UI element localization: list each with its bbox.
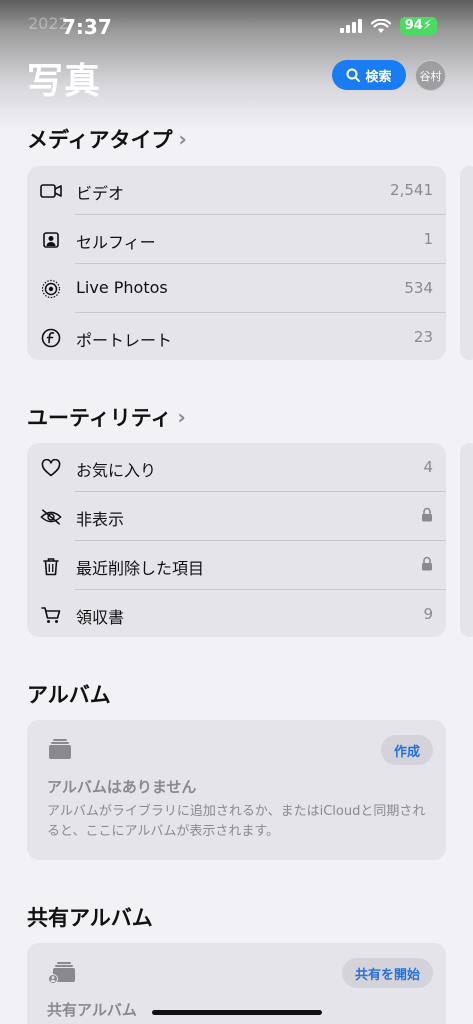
media-types-card: ビデオ 2,541 セルフィー 1 Live Photos 534 ポートレート… xyxy=(27,166,446,360)
header: 写真 検索 谷村 xyxy=(0,52,473,102)
battery-level: 94 xyxy=(404,18,423,33)
utilities-title: ユーティリティ xyxy=(27,406,172,430)
shared-albums-card-title: 共有アルバム xyxy=(47,1001,137,1019)
albums-empty-title: アルバムはありません xyxy=(47,778,197,796)
cart-icon xyxy=(40,604,62,626)
shared-albums-header: 共有アルバム xyxy=(27,902,153,932)
media-types-next-page-peek[interactable] xyxy=(460,166,473,360)
row-label: 領収書 xyxy=(76,608,125,627)
chevron-right-icon: › xyxy=(178,127,187,151)
row-count: 9 xyxy=(423,605,433,623)
home-indicator[interactable] xyxy=(152,1010,322,1015)
search-button-label: 検索 xyxy=(365,69,392,85)
media-type-row-portrait[interactable]: ポートレート 23 xyxy=(27,313,446,362)
media-type-row-selfie[interactable]: セルフィー 1 xyxy=(27,215,446,264)
search-icon xyxy=(346,68,361,82)
trash-icon xyxy=(40,555,62,577)
live-photos-icon xyxy=(40,278,62,300)
row-count: 4 xyxy=(423,458,433,476)
portrait-icon xyxy=(40,327,62,349)
row-count: 534 xyxy=(404,279,433,297)
albums-empty-description: アルバムがライブラリに追加されるか、またはiCloudと同期されると、ここにアル… xyxy=(47,804,426,839)
utilities-next-page-peek[interactable] xyxy=(460,443,473,637)
chevron-right-icon: › xyxy=(177,405,186,429)
page-title: 写真 xyxy=(27,61,102,102)
utility-row-recently-deleted[interactable]: 最近削除した項目 xyxy=(27,541,446,590)
row-label: お気に入り xyxy=(76,461,157,480)
start-sharing-button[interactable]: 共有を開始 xyxy=(341,958,433,988)
avatar[interactable]: 谷村 xyxy=(415,60,446,91)
albums-empty-card: 作成 アルバムはありません アルバムがライブラリに追加されるか、またはiClou… xyxy=(27,720,446,860)
shared-albums-title: 共有アルバム xyxy=(27,906,153,930)
utility-row-hidden[interactable]: 非表示 xyxy=(27,492,446,541)
albums-header: アルバム xyxy=(27,679,111,709)
row-label: ビデオ xyxy=(76,184,125,203)
row-label: ポートレート xyxy=(76,331,173,350)
search-button[interactable]: 検索 xyxy=(332,60,406,90)
utility-row-favorites[interactable]: お気に入り 4 xyxy=(27,443,446,492)
status-icons: 94⚡ xyxy=(339,17,437,35)
row-count: 2,541 xyxy=(390,181,433,199)
lock-icon xyxy=(421,556,433,575)
media-types-header[interactable]: メディアタイプ › xyxy=(27,124,187,154)
media-type-row-video[interactable]: ビデオ 2,541 xyxy=(27,166,446,215)
media-type-row-live-photos[interactable]: Live Photos 534 xyxy=(27,264,446,313)
shared-album-icon xyxy=(48,961,76,989)
row-count: 1 xyxy=(423,230,433,248)
heart-icon xyxy=(40,457,62,479)
lock-icon xyxy=(421,507,433,526)
cellular-signal-icon xyxy=(339,19,362,33)
row-count: 23 xyxy=(413,328,433,346)
row-label: セルフィー xyxy=(76,233,156,252)
row-label: 最近削除した項目 xyxy=(76,559,205,578)
utilities-header[interactable]: ユーティリティ › xyxy=(27,402,186,432)
row-label: 非表示 xyxy=(76,510,125,529)
video-icon xyxy=(40,180,62,202)
row-label: Live Photos xyxy=(76,278,168,297)
media-types-title: メディアタイプ xyxy=(27,128,173,152)
album-stack-icon xyxy=(48,738,72,764)
status-bar: 7:37 94⚡ xyxy=(0,0,473,56)
selfie-icon xyxy=(40,229,62,251)
battery-indicator: 94⚡ xyxy=(399,17,437,35)
status-time: 7:37 xyxy=(62,15,112,39)
create-album-button[interactable]: 作成 xyxy=(380,735,433,765)
utilities-card: お気に入り 4 非表示 最近削除した項目 領収書 9 xyxy=(27,443,446,637)
albums-title: アルバム xyxy=(27,683,111,707)
utility-row-receipts[interactable]: 領収書 9 xyxy=(27,590,446,639)
hidden-eye-icon xyxy=(40,506,62,528)
wifi-icon xyxy=(370,18,391,33)
